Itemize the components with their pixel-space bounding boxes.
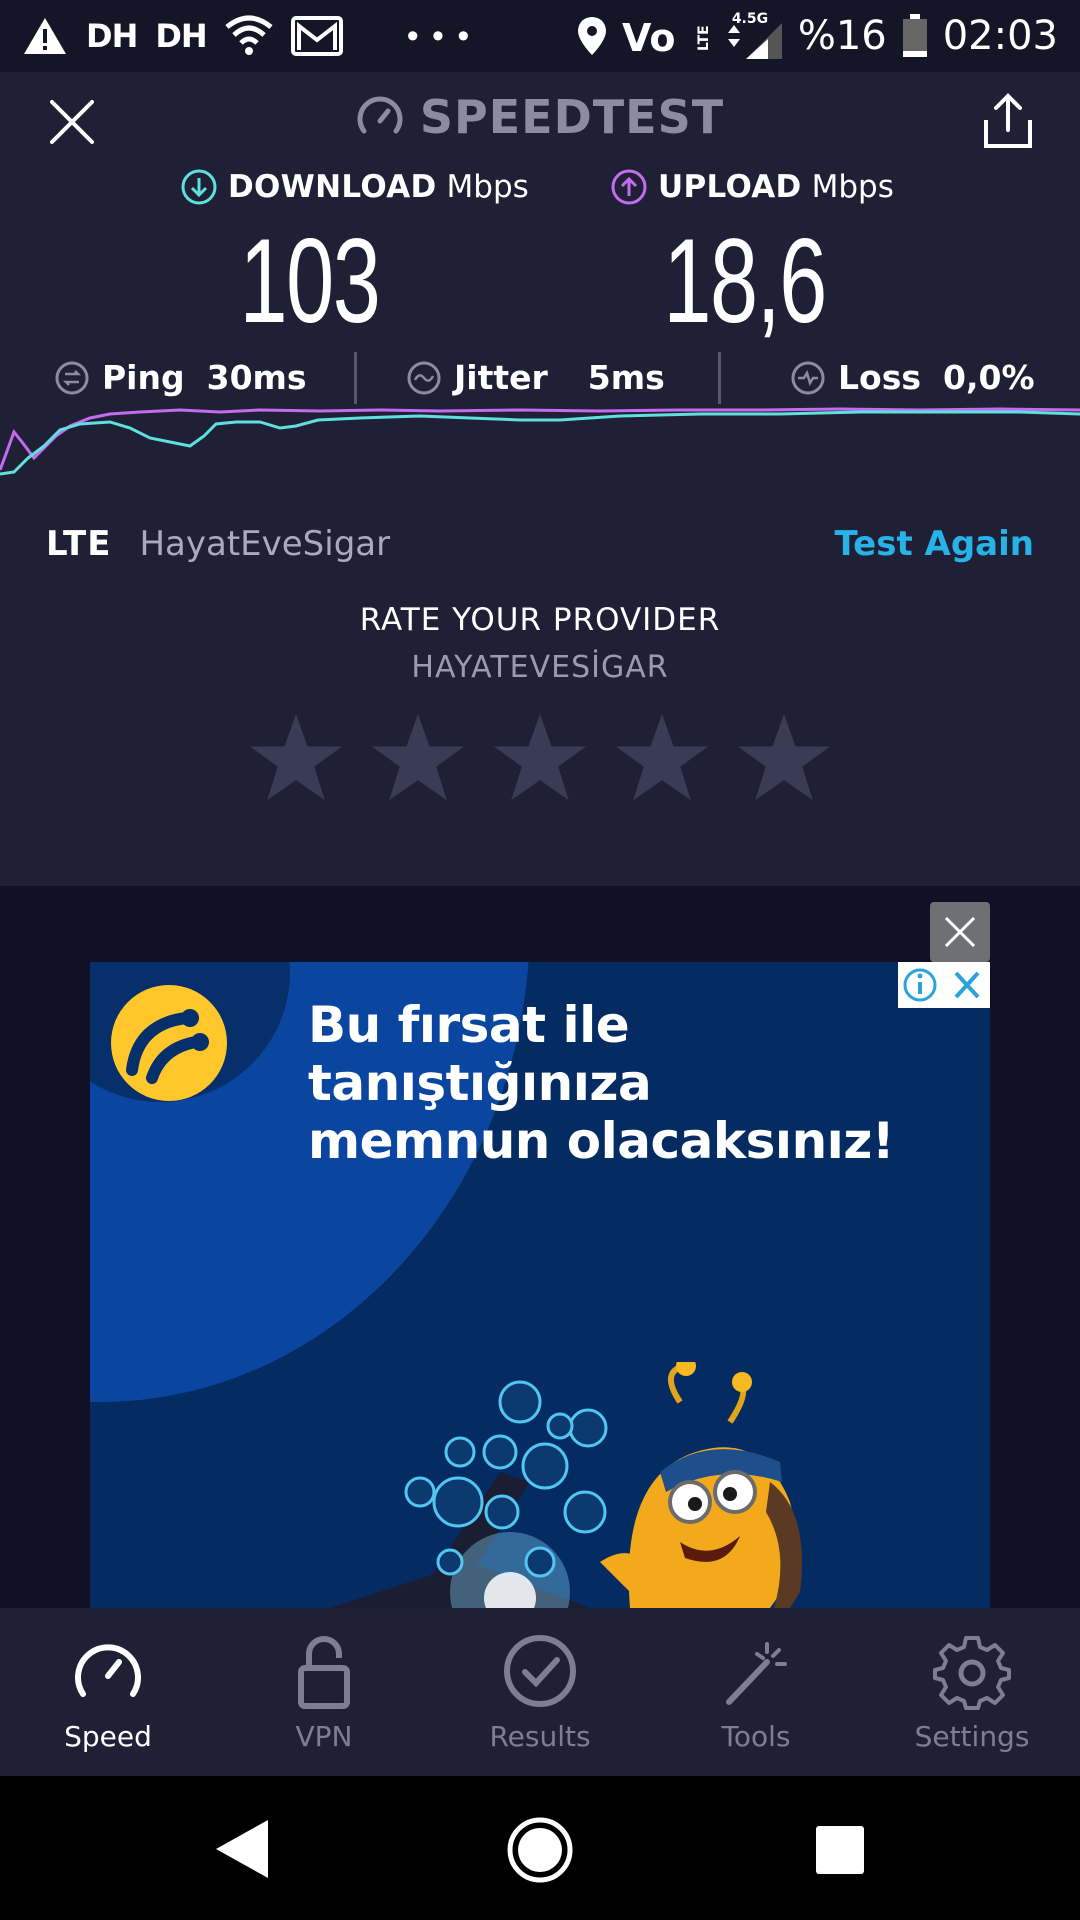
signal-indicator: 4.5G <box>724 11 784 61</box>
signal-icon <box>727 23 782 59</box>
nav-speed[interactable]: Speed <box>0 1608 216 1776</box>
recent-apps-icon[interactable] <box>816 1826 864 1874</box>
ad-zone: Bu fırsat ile tanıştığınıza memnun olaca… <box>0 886 1080 1608</box>
upload-unit: Mbps <box>811 169 894 205</box>
download-label: DOWNLOAD <box>228 169 437 205</box>
carrier-2: DH <box>155 17 207 55</box>
ping-label: Ping <box>102 358 185 397</box>
stats-divider <box>354 352 357 404</box>
volte-icon: Vo LTE <box>622 16 710 59</box>
star-2-icon[interactable] <box>370 710 466 806</box>
battery-percent: %16 <box>797 13 887 59</box>
stats-divider <box>718 352 721 404</box>
download-unit: Mbps <box>446 169 529 205</box>
nav-results-label: Results <box>489 1720 591 1753</box>
location-icon <box>577 17 606 55</box>
star-1-icon[interactable] <box>248 710 344 806</box>
loss-stat: Loss 0,0% <box>790 358 1035 397</box>
svg-text:Vo: Vo <box>622 16 675 59</box>
ping-value: 30ms <box>206 358 307 397</box>
top-bar: SPEEDTEST <box>0 72 1080 168</box>
ad-banner[interactable]: Bu fırsat ile tanıştığınıza memnun olaca… <box>90 962 990 1608</box>
rating-stars <box>0 710 1080 806</box>
lock-icon <box>298 1636 350 1709</box>
nav-vpn-label: VPN <box>295 1720 353 1753</box>
magic-wand-icon <box>726 1642 787 1705</box>
network-type: LTE <box>46 524 112 564</box>
ping-stat: Ping 30ms <box>54 358 307 397</box>
warning-icon <box>24 18 66 54</box>
ping-icon <box>55 361 89 394</box>
network-name: HayatEveSigar <box>139 524 391 564</box>
wifi-icon <box>225 15 273 55</box>
loss-label: Loss <box>838 358 921 397</box>
home-icon[interactable] <box>506 1816 574 1884</box>
check-circle-icon <box>504 1635 576 1707</box>
nav-speed-label: Speed <box>64 1720 152 1753</box>
test-again-button[interactable]: Test Again <box>834 524 1034 564</box>
download-arrow-icon <box>181 169 217 205</box>
download-graph-line <box>0 410 1080 476</box>
more-notifications-icon: • • • <box>406 16 472 55</box>
nav-tools[interactable]: Tools <box>648 1608 864 1776</box>
bottom-nav: Speed VPN Results Tools Settings <box>0 1608 1080 1776</box>
network-row: LTE HayatEveSigar Test Again <box>46 524 1034 564</box>
upload-arrow-icon <box>611 169 647 205</box>
clock: 02:03 <box>942 13 1058 59</box>
download-header: DOWNLOAD Mbps <box>180 168 529 206</box>
jitter-value: 5ms <box>587 358 665 397</box>
share-icon[interactable] <box>980 90 1036 150</box>
loss-value: 0,0% <box>942 358 1035 397</box>
carrier-1: DH <box>86 17 138 55</box>
ad-headline-line-2: memnun olacaksınız! <box>308 1112 895 1170</box>
status-bar: DH DH • • • Vo LTE 4.5G %16 02:03 <box>0 0 1080 72</box>
info-icon <box>903 968 980 1002</box>
star-5-icon[interactable] <box>736 710 832 806</box>
app-title: SPEEDTEST <box>419 90 725 144</box>
battery-icon <box>902 14 927 57</box>
nav-tools-label: Tools <box>721 1720 791 1753</box>
loss-icon <box>791 361 825 394</box>
rate-provider-name: HAYATEVESİGAR <box>411 650 669 685</box>
upload-value: 18,6 <box>663 214 827 348</box>
ad-close-button[interactable] <box>930 902 990 962</box>
ad-choices[interactable] <box>898 962 990 1008</box>
ad-illustration <box>330 1362 802 1608</box>
nav-settings[interactable]: Settings <box>864 1608 1080 1776</box>
gmail-icon <box>290 16 343 56</box>
turkcell-logo-icon <box>111 985 227 1101</box>
svg-text:LTE: LTE <box>696 25 710 51</box>
nav-vpn[interactable]: VPN <box>216 1608 432 1776</box>
speedometer-icon <box>75 1644 141 1697</box>
speedtest-logo-icon <box>357 96 403 134</box>
speed-graph <box>0 407 1080 476</box>
jitter-label: Jitter <box>454 358 548 397</box>
jitter-icon <box>407 361 441 394</box>
system-navigation-bar <box>0 1776 1080 1920</box>
app-brand: SPEEDTEST <box>0 90 1080 144</box>
rate-title: RATE YOUR PROVIDER <box>359 602 721 638</box>
download-value: 103 <box>239 214 381 348</box>
ad-headline-line-1: Bu fırsat ile tanıştığınıza <box>308 996 652 1112</box>
upload-header: UPLOAD Mbps <box>610 168 894 206</box>
gear-icon <box>933 1636 1011 1710</box>
ad-headline: Bu fırsat ile tanıştığınıza memnun olaca… <box>308 996 988 1170</box>
star-3-icon[interactable] <box>492 710 588 806</box>
nav-settings-label: Settings <box>914 1720 1030 1753</box>
nav-results[interactable]: Results <box>432 1608 648 1776</box>
upload-label: UPLOAD <box>658 169 802 205</box>
close-icon <box>944 916 976 948</box>
speedtest-main: SPEEDTEST DOWNLOAD Mbps 103 UPLOAD Mbps … <box>0 72 1080 886</box>
jitter-stat: Jitter 5ms <box>406 358 665 397</box>
back-icon[interactable] <box>212 1816 272 1882</box>
star-4-icon[interactable] <box>614 710 710 806</box>
